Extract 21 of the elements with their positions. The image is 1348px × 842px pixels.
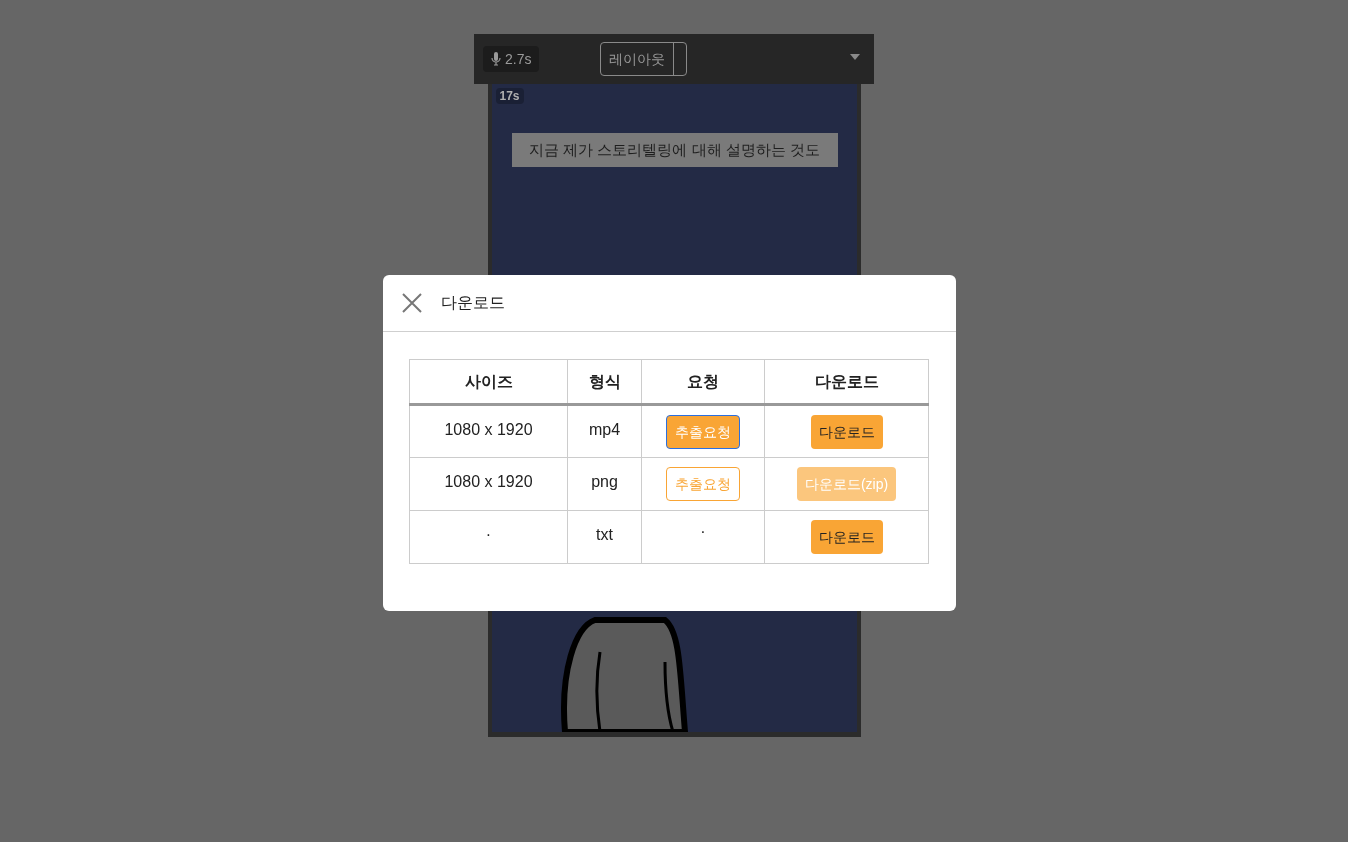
table-cell: · bbox=[409, 510, 568, 564]
table-cell-text: · bbox=[700, 523, 706, 540]
table-cell: 1080 x 1920 bbox=[409, 457, 568, 511]
column-header: 사이즈 bbox=[409, 359, 568, 405]
column-header: 형식 bbox=[567, 359, 642, 405]
microphone-icon bbox=[491, 52, 501, 66]
dialog-title: 다운로드 bbox=[441, 293, 505, 313]
close-icon[interactable] bbox=[401, 292, 423, 314]
time-badge: 17s bbox=[495, 88, 524, 104]
table-cell: png bbox=[567, 457, 642, 511]
mic-time-text: 2.7s bbox=[505, 50, 532, 69]
dropdown-caret-icon[interactable] bbox=[850, 54, 860, 60]
table-cell: txt bbox=[567, 510, 642, 564]
layout-button[interactable]: 레이아웃 bbox=[600, 42, 688, 76]
column-header: 요청 bbox=[641, 359, 765, 405]
caption-text: 지금 제가 스토리텔링에 대해 설명하는 것도 bbox=[511, 133, 838, 167]
column-header: 다운로드 bbox=[764, 359, 929, 405]
download-button[interactable]: 다운로드 bbox=[810, 415, 883, 449]
table-cell: 1080 x 1920 bbox=[409, 404, 568, 458]
table-cell: mp4 bbox=[567, 404, 642, 458]
download-button[interactable]: 다운로드 bbox=[810, 520, 883, 554]
